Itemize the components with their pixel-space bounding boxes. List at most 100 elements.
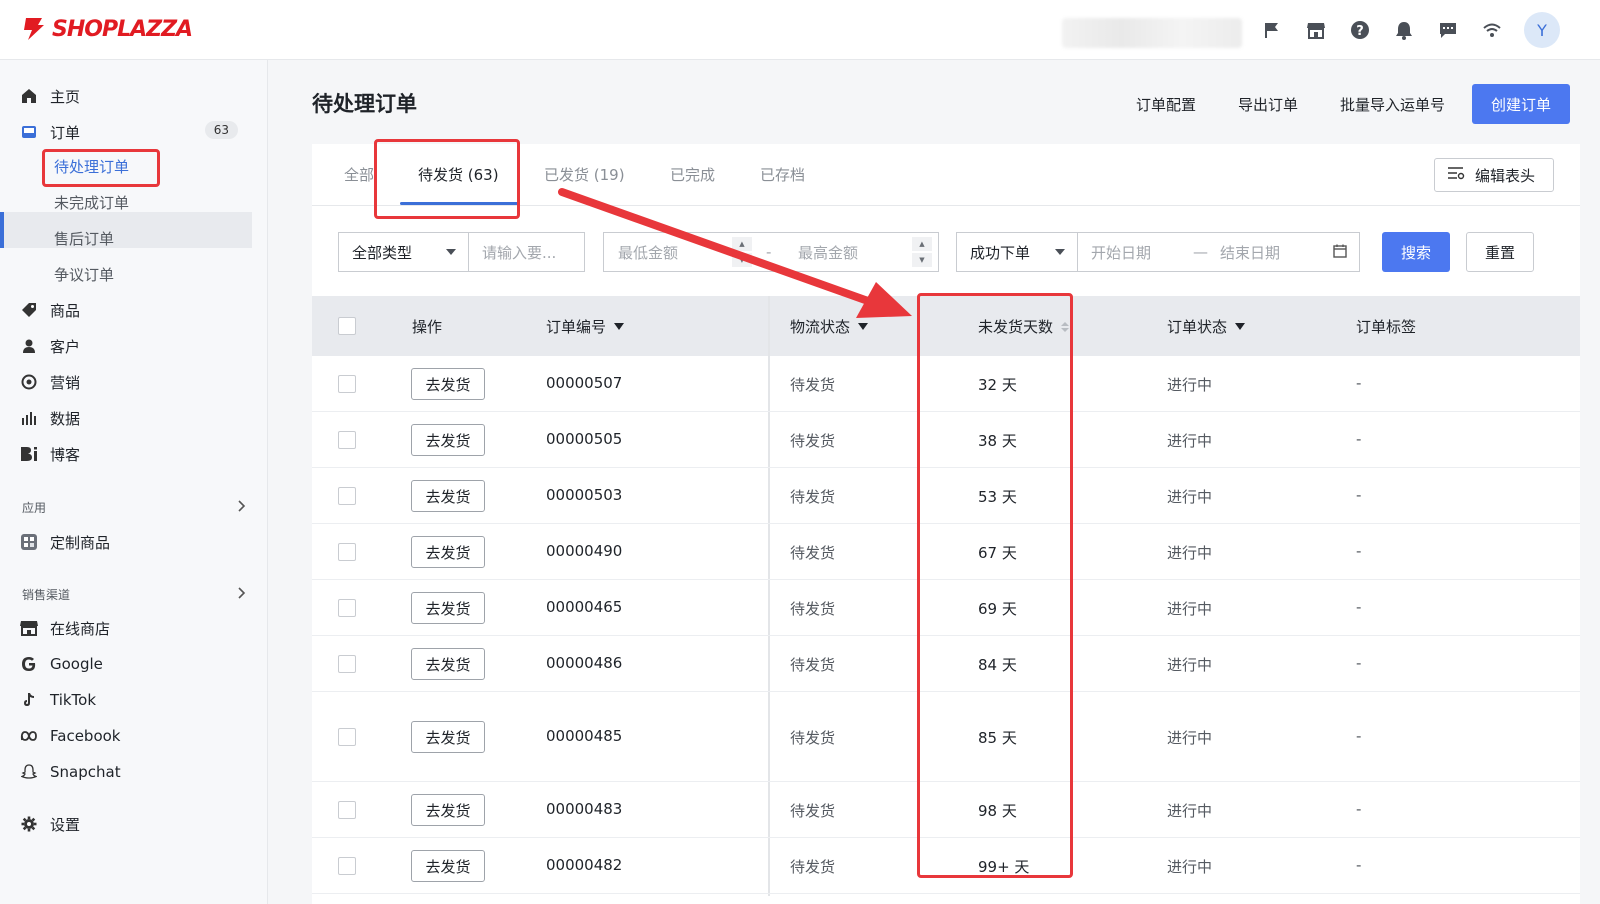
order-number-link[interactable]: 00000503 xyxy=(546,486,622,504)
sidebar-item-home[interactable]: 主页 xyxy=(20,82,248,110)
select-all-checkbox[interactable] xyxy=(338,317,356,335)
max-amount-spinner[interactable]: ▲ ▼ xyxy=(912,237,932,267)
calendar-icon[interactable] xyxy=(1333,244,1347,262)
tab-completed[interactable]: 已完成 xyxy=(670,164,715,188)
edit-header-label: 编辑表头 xyxy=(1474,166,1535,185)
snapchat-icon xyxy=(20,763,38,781)
date-range-picker[interactable]: 开始日期 — 结束日期 xyxy=(1077,232,1360,272)
row-checkbox[interactable] xyxy=(338,543,356,561)
sidebar-item-label: 客户 xyxy=(50,337,81,356)
row-checkbox[interactable] xyxy=(338,655,356,673)
column-header-order-no[interactable]: 订单编号 xyxy=(546,316,625,337)
help-icon[interactable]: ? xyxy=(1348,18,1372,42)
ship-order-button[interactable]: 去发货 xyxy=(411,424,485,456)
blog-icon xyxy=(20,445,38,463)
sidebar-item-marketing[interactable]: 营销 xyxy=(20,368,248,396)
ship-order-button[interactable]: 去发货 xyxy=(411,480,485,512)
reset-button[interactable]: 重置 xyxy=(1466,232,1534,272)
create-order-button[interactable]: 创建订单 xyxy=(1471,84,1570,124)
spin-down-icon[interactable]: ▼ xyxy=(732,253,752,267)
order-number-link[interactable]: 00000465 xyxy=(546,598,622,616)
order-type-select[interactable]: 全部类型 xyxy=(338,232,469,272)
row-checkbox[interactable] xyxy=(338,375,356,393)
sidebar-item-settings[interactable]: 设置 xyxy=(20,810,248,838)
chat-icon[interactable] xyxy=(1436,18,1460,42)
order-number-link[interactable]: 00000490 xyxy=(546,542,622,560)
spin-down-icon[interactable]: ▼ xyxy=(912,253,932,267)
sidebar-item-data[interactable]: 数据 xyxy=(20,404,248,432)
sidebar-item-tiktok[interactable]: TikTok xyxy=(20,686,248,714)
sidebar-subitem-incomplete-orders[interactable]: 未完成订单 xyxy=(54,188,129,216)
order-number-link[interactable]: 00000485 xyxy=(546,727,622,745)
spin-up-icon[interactable]: ▲ xyxy=(912,237,932,251)
row-checkbox[interactable] xyxy=(338,487,356,505)
bell-icon[interactable] xyxy=(1392,18,1416,42)
keyword-input[interactable]: 请输入要... xyxy=(468,232,585,272)
column-label: 订单编号 xyxy=(546,318,607,336)
sidebar-item-products[interactable]: 商品 xyxy=(20,296,248,324)
tab-shipped[interactable]: 已发货 (19) xyxy=(544,164,625,188)
order-status: 进行中 xyxy=(1167,858,1213,876)
order-number-link[interactable]: 00000505 xyxy=(546,430,622,448)
annotation-box-unshipped-days xyxy=(917,293,1073,878)
ship-order-button[interactable]: 去发货 xyxy=(411,794,485,826)
column-label: 物流状态 xyxy=(790,318,851,336)
ship-order-button[interactable]: 去发货 xyxy=(411,850,485,882)
top-icons: ? Y xyxy=(1260,12,1560,48)
sidebar-item-google[interactable]: Google xyxy=(20,650,248,678)
column-header-logistics[interactable]: 物流状态 xyxy=(790,316,869,337)
bulk-import-tracking-button[interactable]: 批量导入运单号 xyxy=(1319,84,1466,124)
row-checkbox[interactable] xyxy=(338,857,356,875)
logistics-status: 待发货 xyxy=(790,600,836,618)
sidebar-item-blog[interactable]: 博客 xyxy=(20,440,248,468)
ship-order-button[interactable]: 去发货 xyxy=(411,648,485,680)
order-number-link[interactable]: 00000482 xyxy=(546,856,622,874)
ship-order-button[interactable]: 去发货 xyxy=(411,721,485,753)
ship-order-button[interactable]: 去发货 xyxy=(411,368,485,400)
keyword-placeholder: 请输入要... xyxy=(482,243,557,262)
row-checkbox[interactable] xyxy=(338,801,356,819)
apps-section-header[interactable]: 应用 xyxy=(22,497,246,517)
flag-icon[interactable] xyxy=(1260,18,1284,42)
export-orders-button[interactable]: 导出订单 xyxy=(1217,84,1319,124)
tab-archived[interactable]: 已存档 xyxy=(760,164,805,188)
sidebar-item-orders[interactable]: 订单 63 xyxy=(20,118,248,146)
order-number-link[interactable]: 00000507 xyxy=(546,374,622,392)
order-status-value: 成功下单 xyxy=(970,243,1031,262)
order-status-select[interactable]: 成功下单 xyxy=(956,232,1078,272)
column-header-order-tags: 订单标签 xyxy=(1356,316,1416,337)
row-checkbox[interactable] xyxy=(338,431,356,449)
sidebar-subitem-aftersale-orders[interactable]: 售后订单 xyxy=(54,224,114,252)
store-icon[interactable] xyxy=(1304,18,1328,42)
min-amount-spinner[interactable]: ▲ ▼ xyxy=(732,237,752,267)
order-number-link[interactable]: 00000486 xyxy=(546,654,622,672)
shoplazza-logo[interactable]: SHOPLAZZA xyxy=(22,16,193,42)
spin-up-icon[interactable]: ▲ xyxy=(732,237,752,251)
row-checkbox[interactable] xyxy=(338,599,356,617)
tab-all[interactable]: 全部 xyxy=(344,164,374,188)
sidebar-item-label: Google xyxy=(50,655,103,673)
sidebar-item-facebook[interactable]: Facebook xyxy=(20,722,248,750)
min-amount-placeholder: 最低金额 xyxy=(618,243,679,262)
row-checkbox[interactable] xyxy=(338,728,356,746)
sidebar-item-custom-product[interactable]: 定制商品 xyxy=(20,528,248,556)
avatar[interactable]: Y xyxy=(1524,12,1560,48)
wifi-icon[interactable] xyxy=(1480,18,1504,42)
edit-header-button[interactable]: 编辑表头 xyxy=(1433,158,1554,192)
sidebar-item-online-store[interactable]: 在线商店 xyxy=(20,614,248,642)
max-amount-input[interactable]: 最高金额 ▲ ▼ xyxy=(784,233,938,271)
sidebar-subitem-dispute-orders[interactable]: 争议订单 xyxy=(54,260,114,288)
min-amount-input[interactable]: 最低金额 ▲ ▼ xyxy=(604,233,758,271)
ship-order-button[interactable]: 去发货 xyxy=(411,592,485,624)
tag-icon xyxy=(20,301,38,319)
sidebar-item-snapchat[interactable]: Snapchat xyxy=(20,758,248,786)
ship-order-button[interactable]: 去发货 xyxy=(411,536,485,568)
channels-section-header[interactable]: 销售渠道 xyxy=(22,584,246,604)
search-button[interactable]: 搜索 xyxy=(1382,232,1450,272)
order-config-button[interactable]: 订单配置 xyxy=(1115,84,1217,124)
order-number-link[interactable]: 00000483 xyxy=(546,800,622,818)
column-header-order-status[interactable]: 订单状态 xyxy=(1167,316,1246,337)
sort-desc-icon xyxy=(858,323,869,330)
sidebar-item-customers[interactable]: 客户 xyxy=(20,332,248,360)
column-label: 订单状态 xyxy=(1167,318,1228,336)
